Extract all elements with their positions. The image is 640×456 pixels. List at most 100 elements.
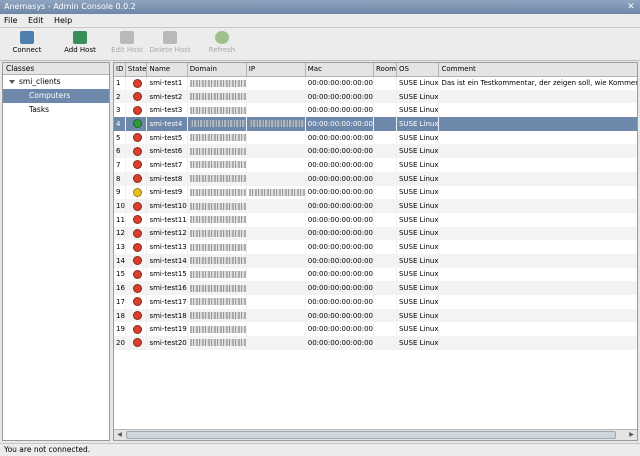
- state-red-icon: [132, 228, 142, 238]
- obscured-domain: [189, 229, 246, 237]
- domain-cell: [187, 322, 247, 337]
- table-row[interactable]: 17 smi-test17 00:00:00:00:00:00 SUSE Linux: [114, 295, 637, 309]
- connect-button[interactable]: Connect: [6, 30, 48, 59]
- row-comment: [438, 144, 637, 159]
- table-row[interactable]: 2 smi-test2 00:00:00:00:00:00 SUSE Linux: [114, 89, 637, 104]
- domain-cell: [187, 89, 247, 104]
- close-window-icon[interactable]: ✕: [626, 2, 636, 12]
- row-name: smi-test18: [146, 308, 188, 323]
- table-row[interactable]: 13 smi-test13 00:00:00:00:00:00 SUSE Linux: [114, 240, 637, 254]
- domain-cell: [187, 253, 247, 268]
- row-os: SUSE Linux: [396, 281, 440, 295]
- table-row[interactable]: 8 smi-test8 00:00:00:00:00:00 SUSE Linux: [114, 171, 637, 186]
- classes-panel: Classes smi_clients Computers Tasks: [2, 62, 110, 441]
- column-header-domain[interactable]: Domain: [187, 63, 247, 77]
- table-row[interactable]: 19 smi-test19 00:00:00:00:00:00 SUSE Linux: [114, 322, 637, 337]
- row-mac: 00:00:00:00:00:00: [305, 226, 375, 241]
- room-cell: [373, 281, 397, 295]
- state-cell: [125, 212, 148, 227]
- table-row[interactable]: 5 smi-test5 00:00:00:00:00:00 SUSE Linux: [114, 130, 637, 145]
- row-id: 14: [114, 253, 126, 268]
- column-header-mac[interactable]: Mac: [305, 63, 375, 77]
- row-comment: [438, 212, 637, 227]
- column-header-name[interactable]: Name: [146, 63, 188, 77]
- tree-item-tasks[interactable]: Tasks: [3, 103, 109, 117]
- menu-edit[interactable]: Edit: [24, 14, 48, 28]
- scrollbar-thumb[interactable]: [126, 431, 616, 439]
- row-os: SUSE Linux: [396, 322, 440, 337]
- row-name: smi-test2: [146, 89, 188, 104]
- row-mac: 00:00:00:00:00:00: [305, 144, 375, 159]
- table-row[interactable]: 1 smi-test1 00:00:00:00:00:00 SUSE Linux Das…: [114, 76, 637, 90]
- row-id: 15: [114, 267, 126, 282]
- row-comment: [438, 267, 637, 282]
- row-name: smi-test13: [146, 240, 188, 254]
- table-row[interactable]: 15 smi-test15 00:00:00:00:00:00 SUSE Linux: [114, 267, 637, 282]
- add-host-label: Add Host: [64, 46, 96, 54]
- table-row[interactable]: 3 smi-test3 00:00:00:00:00:00 SUSE Linux: [114, 103, 637, 118]
- table-row[interactable]: 10 smi-test10 00:00:00:00:00:00 SUSE Linux: [114, 199, 637, 213]
- state-cell: [125, 158, 148, 172]
- tree-item-computers[interactable]: Computers: [3, 89, 109, 103]
- add-host-icon: [73, 31, 87, 44]
- row-os: SUSE Linux: [396, 117, 440, 131]
- scroll-left-arrow-icon[interactable]: ◀: [115, 431, 124, 439]
- row-os: SUSE Linux: [396, 144, 440, 159]
- table-row[interactable]: 18 smi-test18 00:00:00:00:00:00 SUSE Linux: [114, 308, 637, 323]
- column-header-room[interactable]: Room: [373, 63, 397, 77]
- table-row[interactable]: 20 smi-test20 00:00:00:00:00:00 SUSE Linux: [114, 336, 637, 350]
- row-comment: Das ist ein Testkommentar, der zeigen so…: [438, 76, 637, 90]
- domain-cell: [187, 103, 247, 118]
- row-id: 5: [114, 130, 126, 145]
- delete-host-button[interactable]: Delete Host: [148, 30, 192, 59]
- edit-host-button[interactable]: Edit Host: [106, 30, 148, 59]
- state-cell: [125, 144, 148, 159]
- table-row[interactable]: 11 smi-test11 00:00:00:00:00:00 SUSE Linux: [114, 212, 637, 227]
- table-row[interactable]: 4 smi-test4 00:00:00:00:00:00 SUSE Linux: [114, 117, 637, 131]
- room-cell: [373, 185, 397, 200]
- ip-cell: [246, 76, 306, 90]
- room-cell: [373, 336, 397, 350]
- row-name: smi-test1: [146, 76, 188, 90]
- refresh-button[interactable]: Refresh: [201, 30, 243, 59]
- row-os: SUSE Linux: [396, 226, 440, 241]
- state-cell: [125, 130, 148, 145]
- state-red-icon: [132, 174, 142, 184]
- table-row[interactable]: 9 smi-test9 00:00:00:00:00:00 SUSE Linux: [114, 185, 637, 200]
- row-mac: 00:00:00:00:00:00: [305, 76, 375, 90]
- room-cell: [373, 295, 397, 309]
- column-header-id[interactable]: ID: [114, 63, 126, 77]
- table-row[interactable]: 6 smi-test6 00:00:00:00:00:00 SUSE Linux: [114, 144, 637, 159]
- title-bar: Anemasys - Admin Console 0.0.2 ✕: [0, 0, 640, 14]
- domain-cell: [187, 144, 247, 159]
- ip-cell: [246, 171, 306, 186]
- ip-cell: [246, 226, 306, 241]
- table-row[interactable]: 12 smi-test12 00:00:00:00:00:00 SUSE Linux: [114, 226, 637, 241]
- room-cell: [373, 199, 397, 213]
- expand-triangle-icon[interactable]: [9, 79, 15, 84]
- row-os: SUSE Linux: [396, 308, 440, 323]
- scroll-right-arrow-icon[interactable]: ▶: [627, 431, 636, 439]
- row-os: SUSE Linux: [396, 199, 440, 213]
- row-os: SUSE Linux: [396, 267, 440, 282]
- table-row[interactable]: 16 smi-test16 00:00:00:00:00:00 SUSE Linux: [114, 281, 637, 295]
- state-cell: [125, 117, 148, 131]
- menu-file[interactable]: File: [0, 14, 21, 28]
- column-header-os[interactable]: OS: [396, 63, 440, 77]
- row-comment: [438, 185, 637, 200]
- menu-help[interactable]: Help: [50, 14, 76, 28]
- add-host-button[interactable]: Add Host: [59, 30, 101, 59]
- table-row[interactable]: 14 smi-test14 00:00:00:00:00:00 SUSE Linux: [114, 253, 637, 268]
- row-mac: 00:00:00:00:00:00: [305, 322, 375, 337]
- row-comment: [438, 130, 637, 145]
- table-row[interactable]: 7 smi-test7 00:00:00:00:00:00 SUSE Linux: [114, 158, 637, 172]
- tree-node-smi-clients[interactable]: smi_clients: [3, 75, 109, 89]
- menu-bar: File Edit Help: [0, 14, 640, 28]
- obscured-domain: [189, 339, 246, 347]
- row-name: smi-test16: [146, 281, 188, 295]
- column-header-state[interactable]: State: [125, 63, 148, 77]
- column-header-ip[interactable]: IP: [246, 63, 306, 77]
- column-header-comment[interactable]: Comment: [438, 63, 637, 77]
- domain-cell: [187, 130, 247, 145]
- horizontal-scrollbar[interactable]: ◀ ▶: [114, 429, 637, 440]
